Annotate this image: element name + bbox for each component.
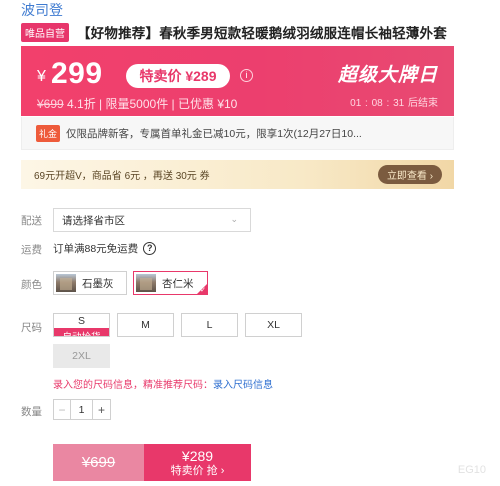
buy-price: ¥289 <box>181 447 214 464</box>
original-price-label: ¥699 <box>81 454 116 471</box>
watermark: EG10 <box>457 464 486 476</box>
gift-tag: 礼金 <box>36 124 61 142</box>
enter-size-link[interactable]: 录入尺码信息 <box>213 380 273 391</box>
discount-info: 4.1折 | 限量5000件 | 已优惠 ¥10 <box>63 97 238 111</box>
super-vip-bar: 69元开超V，商品省 6元 ，再送 30元 券 立即查看 › <box>21 160 454 189</box>
vip-self-operated-tag: 唯品自营 <box>21 22 69 42</box>
freight-info: 订单满88元免运费 ? <box>53 241 157 256</box>
buy-now-button[interactable]: ¥289 特卖价 抢 › <box>144 444 251 481</box>
product-thumbnail <box>136 274 156 292</box>
color-option-graphite[interactable]: 石墨灰 <box>53 271 127 295</box>
quantity-label: 数量 <box>21 406 42 418</box>
size-option-label: S <box>77 315 85 327</box>
promo-banner: ¥ 299 特卖价 ¥289 i ¥699 4.1折 | 限量5000件 | 已… <box>21 46 454 116</box>
countdown-seconds: 31 <box>393 98 405 109</box>
check-icon: ✓ <box>200 287 206 294</box>
sale-price-pill: 特卖价 ¥289 <box>126 64 230 88</box>
countdown-hours: 01 <box>350 98 362 109</box>
chevron-down-icon: ⌄ <box>230 214 238 224</box>
original-price-button[interactable]: ¥699 <box>53 444 144 481</box>
freight-text: 订单满88元免运费 <box>53 243 139 255</box>
gift-bar: 礼金 仅限品牌新客，专属首单礼金已减10元，限享1次(12月27日10... <box>21 117 454 150</box>
promo-headline: 超级大牌日 <box>337 65 438 86</box>
size-profile-hint: 录入您的尺码信息，精准推荐尺码：录入尺码信息 <box>53 376 273 391</box>
buy-label: 特卖价 抢 › <box>170 464 225 477</box>
size-option-s[interactable]: S 自动抢货 <box>53 313 110 337</box>
view-now-button[interactable]: 立即查看 › <box>378 165 442 184</box>
region-select[interactable]: 请选择省市区 ⌄ <box>53 208 251 232</box>
freight-label: 运费 <box>21 244 42 256</box>
size-option-label: M <box>141 319 150 331</box>
price-currency: ¥ <box>37 68 46 85</box>
region-select-value: 请选择省市区 <box>62 214 125 227</box>
size-profile-text: 录入您的尺码信息，精准推荐尺码： <box>53 380 213 391</box>
product-title-row: 唯品自营 【好物推荐】春秋季男短款轻暖鹅绒羽绒服连帽长袖轻薄外套 <box>21 22 447 42</box>
size-option-2xl: 2XL <box>53 344 110 368</box>
color-option-label: 杏仁米 <box>162 277 194 290</box>
gift-text: 仅限品牌新客，专属首单礼金已减10元，限享1次(12月27日10... <box>66 127 362 140</box>
delivery-label: 配送 <box>21 215 42 227</box>
color-label: 颜色 <box>21 279 42 291</box>
color-option-label: 石墨灰 <box>82 277 114 290</box>
super-vip-text: 69元开超V，商品省 6元 ，再送 30元 券 <box>34 171 210 182</box>
size-option-label: XL <box>267 319 280 331</box>
size-option-xl[interactable]: XL <box>245 313 302 337</box>
product-title: 【好物推荐】春秋季男短款轻暖鹅绒羽绒服连帽长袖轻薄外套 <box>77 26 447 41</box>
color-option-almond[interactable]: 杏仁米 ✓ <box>133 271 208 295</box>
size-option-label: 2XL <box>72 350 91 362</box>
brand-name[interactable]: 波司登 <box>21 0 63 20</box>
countdown-suffix: 后结束 <box>408 98 438 109</box>
product-thumbnail <box>56 274 76 292</box>
countdown-timer: 01 : 08 : 31 后结束 <box>350 98 438 109</box>
increment-button[interactable]: + <box>93 400 110 419</box>
quantity-value[interactable]: 1 <box>71 400 93 419</box>
size-label: 尺码 <box>21 322 42 334</box>
promo-subline: ¥699 4.1折 | 限量5000件 | 已优惠 ¥10 <box>37 95 237 112</box>
size-option-l[interactable]: L <box>181 313 238 337</box>
auto-grab-badge: 自动抢货 <box>54 328 109 336</box>
info-icon[interactable]: i <box>240 69 253 82</box>
size-option-label: L <box>206 319 213 331</box>
current-price: 299 <box>51 57 103 90</box>
size-option-m[interactable]: M <box>117 313 174 337</box>
decrement-button[interactable]: − <box>54 400 71 419</box>
help-icon[interactable]: ? <box>143 242 157 255</box>
countdown-minutes: 08 <box>371 98 383 109</box>
quantity-stepper: − 1 + <box>53 399 111 420</box>
original-price: ¥699 <box>37 97 64 111</box>
